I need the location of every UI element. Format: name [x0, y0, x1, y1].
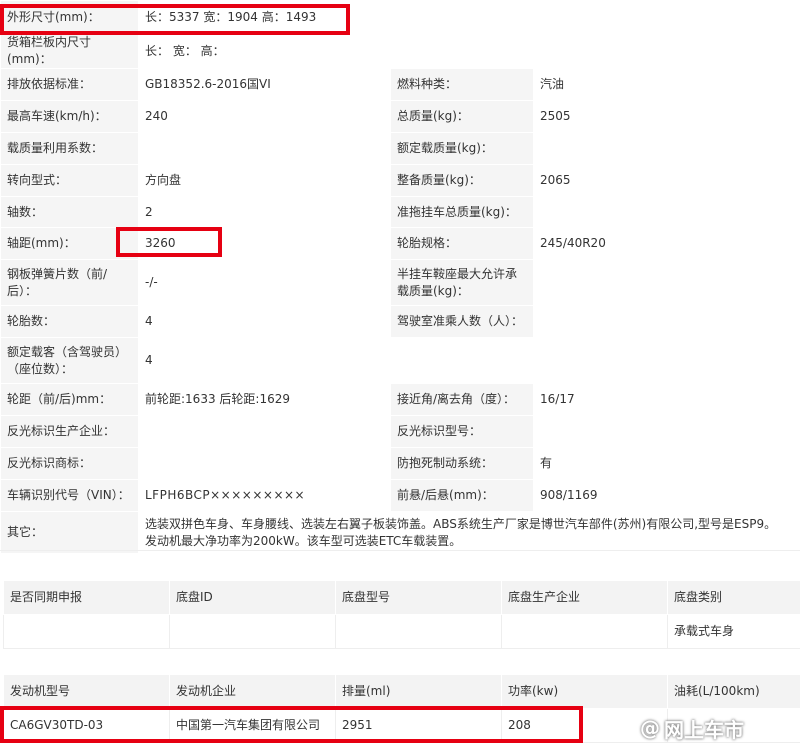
spec-value: 方向盘 [138, 164, 391, 197]
spec-label: 防抱死制动系统： [390, 447, 534, 480]
spec-label: 额定载客（含驾驶员）（座位数）： [0, 337, 139, 384]
spec-value: 有 [532, 447, 792, 480]
spec-value: 4 [138, 305, 391, 338]
spec-value: 长：5337 宽：1904 高：1493 [137, 0, 792, 34]
spec-value [138, 447, 391, 480]
column-header: 底盘类别 [667, 580, 800, 615]
column-header: 底盘型号 [335, 580, 502, 615]
table-cell [501, 614, 668, 649]
spec-value: 前轮距:1633 后轮距:1629 [138, 383, 391, 416]
spec-label: 钢板弹簧片数（前/后）： [0, 259, 139, 306]
spec-value [532, 259, 792, 306]
table-cell: 承载式车身 [667, 614, 800, 649]
spec-label: 驾驶室准乘人数（人）： [390, 305, 534, 338]
spec-label: 前悬/后悬(mm)： [390, 479, 534, 512]
spec-label: 转向型式： [0, 164, 139, 197]
column-header: 底盘生产企业 [501, 580, 668, 615]
spec-label: 轮胎数： [0, 305, 139, 338]
spec-value [532, 415, 792, 448]
spec-label: 轴距(mm)： [0, 227, 139, 260]
table-cell [169, 614, 336, 649]
column-header: 功率(kw) [501, 674, 668, 709]
spec-value [532, 132, 792, 165]
column-header: 底盘ID [169, 580, 336, 615]
spec-label: 燃料种类： [390, 68, 534, 101]
spec-label: 反光标识型号： [390, 415, 534, 448]
site-watermark: @ 网上车市 [640, 708, 800, 748]
column-header: 排量(ml) [335, 674, 502, 709]
spec-value: 2 [138, 196, 391, 228]
spec-label: 车辆识别代号（VIN）： [0, 479, 139, 512]
spec-label: 载质量利用系数： [0, 132, 139, 165]
spec-label: 最高车速(km/h)： [0, 100, 139, 133]
spec-label: 货箱栏板内尺寸(mm)： [0, 33, 139, 69]
spec-label: 准拖挂车总质量(kg)： [390, 196, 534, 228]
spec-row-emission: 排放依据标准： GB18352.6-2016国VI 燃料种类： 汽油 [0, 68, 792, 101]
spec-row-seating: 额定载客（含驾驶员）（座位数）： 4 [0, 337, 792, 384]
spec-label: 反光标识商标： [0, 447, 139, 480]
spec-label: 整备质量(kg)： [390, 164, 534, 197]
spec-value [138, 132, 391, 165]
spec-row-load-coefficient: 载质量利用系数： 额定载质量(kg)： [0, 132, 792, 165]
spec-value: 选装双拼色车身、车身腰线、选装左右翼子板装饰盖。ABS系统生产厂家是博世汽车部件… [137, 511, 792, 554]
column-header: 是否同期申报 [3, 580, 170, 615]
spec-label: 轮距（前/后)mm： [0, 383, 139, 416]
chassis-table: 是否同期申报 底盘ID 底盘型号 底盘生产企业 底盘类别 承载式车身 [3, 580, 800, 649]
spec-value: -/- [138, 259, 391, 306]
spec-label: 外形尺寸(mm)： [0, 0, 139, 34]
spec-value [138, 415, 391, 448]
column-header: 发动机型号 [3, 674, 170, 709]
column-header: 发动机企业 [169, 674, 336, 709]
table-cell: 中国第一汽车集团有限公司 [169, 708, 336, 743]
spec-value: 908/1169 [532, 479, 792, 512]
section-divider [0, 550, 800, 551]
spec-value: 4 [137, 337, 792, 384]
table-row: 承载式车身 [3, 614, 800, 649]
spec-value: 16/17 [532, 383, 792, 416]
spec-label: 半挂车鞍座最大允许承载质量(kg)： [390, 259, 534, 306]
column-header: 油耗(L/100km) [667, 674, 800, 709]
chassis-header-row: 是否同期申报 底盘ID 底盘型号 底盘生产企业 底盘类别 [3, 580, 800, 615]
spec-label: 反光标识生产企业： [0, 415, 139, 448]
table-cell: CA6GV30TD-03 [3, 708, 170, 743]
spec-row-dimensions: 外形尺寸(mm)： 长：5337 宽：1904 高：1493 [0, 0, 792, 34]
spec-value: 240 [138, 100, 391, 133]
spec-value [532, 305, 792, 338]
spec-label: 排放依据标准： [0, 68, 139, 101]
spec-row-tire-count: 轮胎数： 4 驾驶室准乘人数（人）： [0, 305, 792, 338]
spec-row-steering: 转向型式： 方向盘 整备质量(kg)： 2065 [0, 164, 792, 197]
spec-label: 额定载质量(kg)： [390, 132, 534, 165]
spec-row-leaf-springs: 钢板弹簧片数（前/后）： -/- 半挂车鞍座最大允许承载质量(kg)： [0, 259, 792, 306]
spec-value: 2505 [532, 100, 792, 133]
spec-row-max-speed: 最高车速(km/h)： 240 总质量(kg)： 2505 [0, 100, 792, 133]
spec-label: 轴数： [0, 196, 139, 228]
spec-label: 接近角/离去角（度）： [390, 383, 534, 416]
spec-value: 2065 [532, 164, 792, 197]
at-symbol: @ [640, 716, 660, 740]
spec-row-vin: 车辆识别代号（VIN）： LFPH6BCP××××××××× 前悬/后悬(mm)… [0, 479, 792, 512]
spec-row-other: 其它： 选装双拼色车身、车身腰线、选装左右翼子板装饰盖。ABS系统生产厂家是博世… [0, 511, 792, 554]
engine-header-row: 发动机型号 发动机企业 排量(ml) 功率(kw) 油耗(L/100km) [3, 674, 800, 709]
spec-value [532, 196, 792, 228]
table-cell [3, 614, 170, 649]
vehicle-spec-table: 外形尺寸(mm)： 长：5337 宽：1904 高：1493 货箱栏板内尺寸(m… [0, 0, 792, 554]
spec-value: LFPH6BCP××××××××× [138, 479, 391, 512]
spec-row-cargo-box: 货箱栏板内尺寸(mm)： 长： 宽： 高： [0, 33, 792, 69]
spec-row-track: 轮距（前/后)mm： 前轮距:1633 后轮距:1629 接近角/离去角（度）：… [0, 383, 792, 416]
spec-value: GB18352.6-2016国VI [138, 68, 391, 101]
table-cell: 2951 [335, 708, 502, 743]
spec-label: 轮胎规格： [390, 227, 534, 260]
watermark-text: 网上车市 [664, 717, 744, 742]
spec-row-wheelbase: 轴距(mm)： 3260 轮胎规格： 245/40R20 [0, 227, 792, 260]
spec-value: 长： 宽： 高： [137, 33, 792, 69]
table-cell [335, 614, 502, 649]
spec-label: 总质量(kg)： [390, 100, 534, 133]
spec-value: 汽油 [532, 68, 792, 101]
spec-value: 245/40R20 [532, 227, 792, 260]
spec-row-axles: 轴数： 2 准拖挂车总质量(kg)： [0, 196, 792, 228]
spec-value: 3260 [138, 227, 391, 260]
spec-row-reflector-maker: 反光标识生产企业： 反光标识型号： [0, 415, 792, 448]
spec-row-reflector-brand: 反光标识商标： 防抱死制动系统： 有 [0, 447, 792, 480]
spec-label: 其它： [0, 511, 139, 554]
